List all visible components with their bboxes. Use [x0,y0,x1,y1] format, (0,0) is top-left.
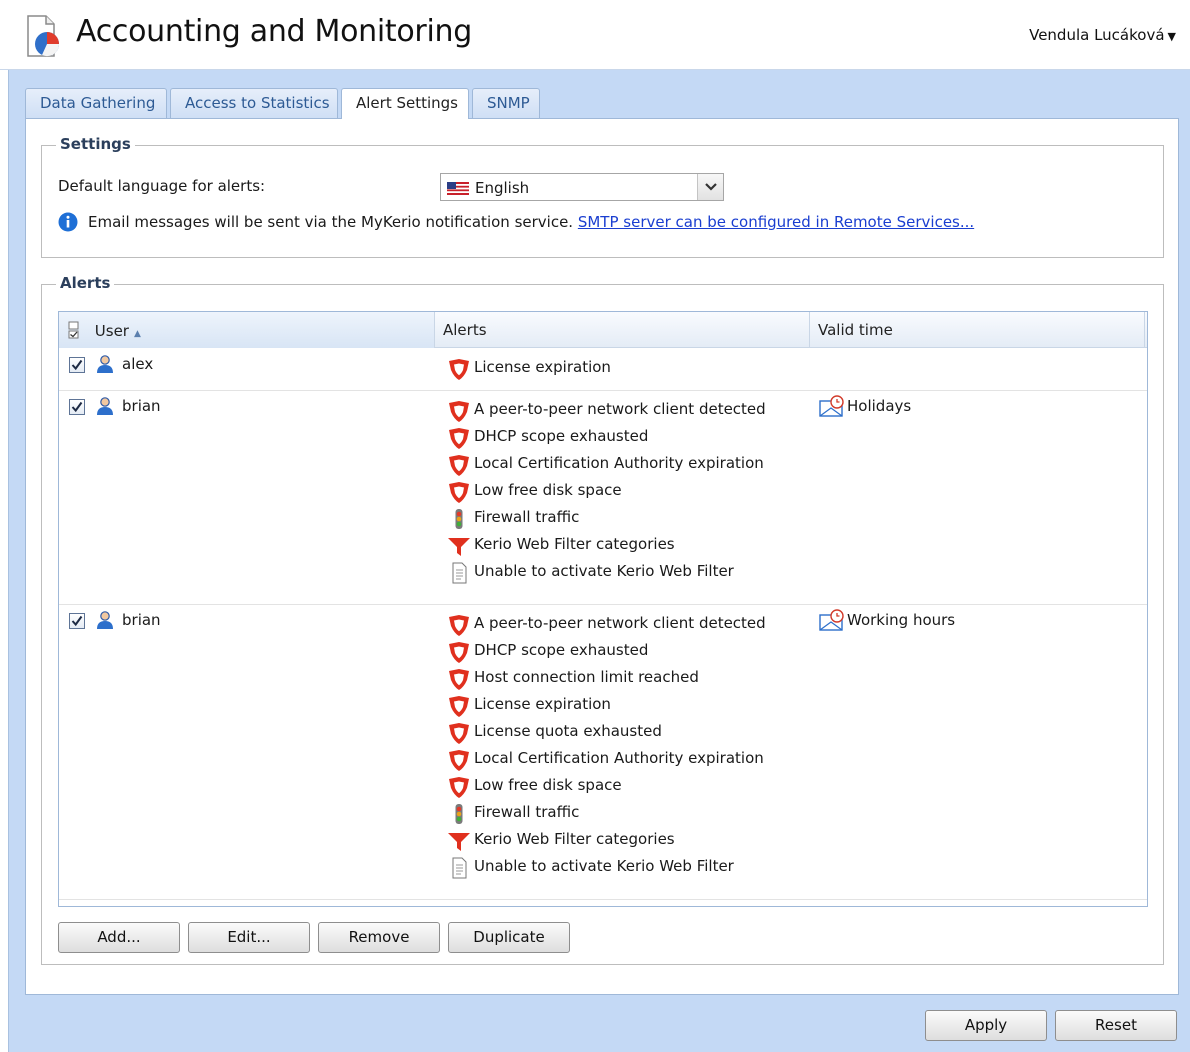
caret-down-icon: ▼ [1167,30,1176,43]
shield-icon [447,357,471,381]
shield-icon [447,613,471,637]
us-flag-icon [447,182,469,195]
traffic-light-icon [447,802,471,826]
sort-ascending-icon: ▲ [133,329,141,339]
user-name: Vendula Lucáková [1029,26,1165,44]
alerts-table: User ▲ Alerts Valid time alex License expi… [58,311,1148,907]
table-row[interactable]: brian A peer-to-peer network client detec… [59,391,1147,605]
alert-label: Local Certification Authority expiration [474,454,764,472]
tab-snmp[interactable]: SNMP [472,88,540,118]
accounting-app-icon [27,15,60,57]
select-all-checkbox-icon[interactable] [68,321,80,339]
reset-button[interactable]: Reset [1055,1010,1177,1041]
document-icon [447,856,471,880]
column-valid-time[interactable]: Valid time [810,312,1145,348]
user-icon [95,354,115,374]
row-checkbox[interactable] [69,357,85,373]
user-icon [95,610,115,630]
user-name-cell: alex [122,355,154,373]
info-text: Email messages will be sent via the MyKe… [88,213,574,231]
user-menu[interactable]: Vendula Lucáková ▼ [1029,26,1176,44]
alert-label: Firewall traffic [474,803,580,821]
alert-label: DHCP scope exhausted [474,641,649,659]
shield-icon [447,667,471,691]
apply-button[interactable]: Apply [925,1010,1047,1041]
alerts-legend: Alerts [56,274,115,292]
column-alerts[interactable]: Alerts [435,312,810,348]
column-user[interactable]: User ▲ [59,312,435,348]
info-icon [58,212,78,232]
shield-icon [447,399,471,423]
user-name-cell: brian [122,397,161,415]
tab-data-gathering[interactable]: Data Gathering [25,88,167,118]
page-title: Accounting and Monitoring [76,14,472,49]
alert-label: Host connection limit reached [474,668,699,686]
settings-group: Settings Default language for alerts: En… [41,135,1164,258]
user-icon [95,396,115,416]
workspace: Data Gathering Access to Statistics Aler… [8,70,1190,1052]
language-label: Default language for alerts: [58,177,266,195]
add-button[interactable]: Add... [58,922,180,953]
table-row[interactable]: alex License expiration [59,349,1147,391]
tab-alert-settings[interactable]: Alert Settings [341,88,469,119]
remove-button[interactable]: Remove [318,922,440,953]
document-icon [447,561,471,585]
row-checkbox[interactable] [69,399,85,415]
alert-label: Unable to activate Kerio Web Filter [474,562,734,580]
traffic-light-icon [447,507,471,531]
alert-label: Kerio Web Filter categories [474,830,675,848]
shield-icon [447,426,471,450]
alert-label: A peer-to-peer network client detected [474,400,766,418]
shield-icon [447,480,471,504]
duplicate-button[interactable]: Duplicate [448,922,570,953]
info-message: Email messages will be sent via the MyKe… [88,213,974,231]
time-range-icon [819,395,845,417]
shield-icon [447,694,471,718]
alert-label: License quota exhausted [474,722,662,740]
tab-access-to-statistics[interactable]: Access to Statistics [170,88,338,118]
filter-icon [447,829,471,853]
row-checkbox[interactable] [69,613,85,629]
alert-label: License expiration [474,358,611,376]
smtp-config-link[interactable]: SMTP server can be configured in Remote … [578,213,974,231]
language-value: English [475,179,530,197]
shield-icon [447,748,471,772]
alert-label: Unable to activate Kerio Web Filter [474,857,734,875]
alert-label: A peer-to-peer network client detected [474,614,766,632]
shield-icon [447,775,471,799]
valid-time-label: Working hours [847,611,956,629]
chevron-down-icon[interactable] [697,174,723,200]
column-user-label: User [94,322,129,340]
shield-icon [447,453,471,477]
alert-label: Kerio Web Filter categories [474,535,675,553]
alert-label: License expiration [474,695,611,713]
settings-legend: Settings [56,135,135,153]
alert-settings-panel: Settings Default language for alerts: En… [25,118,1179,995]
language-select[interactable]: English [440,173,724,201]
user-name-cell: brian [122,611,161,629]
alert-label: DHCP scope exhausted [474,427,649,445]
alert-label: Low free disk space [474,776,622,794]
alert-label: Firewall traffic [474,508,580,526]
table-row[interactable]: brian A peer-to-peer network client detec… [59,605,1147,900]
app-header: Accounting and Monitoring Vendula Lucáko… [0,0,1190,70]
alert-label: Local Certification Authority expiration [474,749,764,767]
edit-button[interactable]: Edit... [188,922,310,953]
shield-icon [447,721,471,745]
valid-time-label: Holidays [847,397,912,415]
filter-icon [447,534,471,558]
alert-label: Low free disk space [474,481,622,499]
time-range-icon [819,609,845,631]
alerts-group: Alerts User ▲ Alerts Valid time alex Licen… [41,274,1164,965]
shield-icon [447,640,471,664]
table-header: User ▲ Alerts Valid time [59,312,1147,348]
